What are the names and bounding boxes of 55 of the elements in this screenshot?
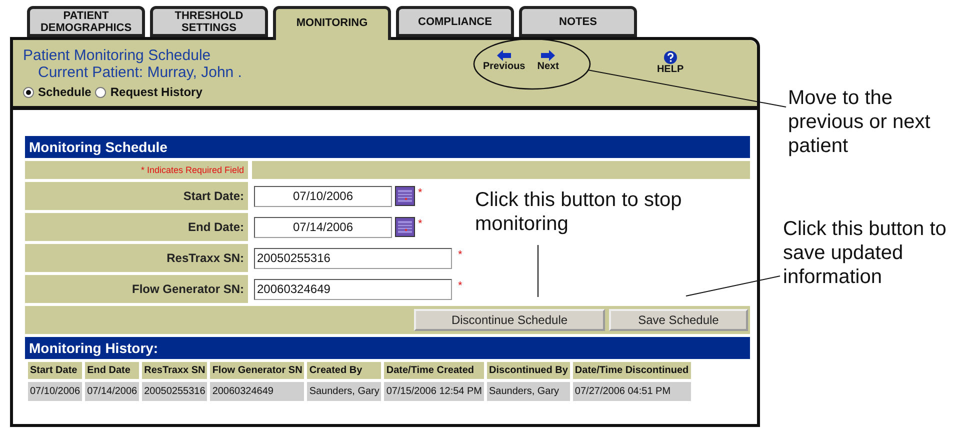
current-patient: Current Patient: Murray, John .	[37, 64, 243, 81]
table-cell: 07/15/2006 12:54 PM	[384, 382, 484, 401]
column-header: Discontinued By	[487, 362, 570, 379]
callout-text: Move to the previous or next patient	[788, 86, 932, 158]
previous-button[interactable]: Previous	[483, 50, 526, 106]
table-cell: 07/27/2006 04:51 PM	[572, 382, 691, 401]
tab[interactable]: MONITORING	[273, 6, 391, 40]
field-label: End Date:	[25, 213, 248, 241]
radio-label: Schedule	[38, 85, 92, 99]
column-header: End Date	[85, 362, 140, 379]
save-button[interactable]: Save Schedule	[609, 309, 748, 331]
calendar-icon[interactable]	[395, 186, 415, 206]
section-header: Monitoring Schedule	[25, 136, 750, 158]
table-cell: 20060324649	[210, 382, 304, 401]
tab[interactable]: PATIENT DEMOGRAPHICS	[27, 6, 145, 37]
table-cell: 07/14/2006	[85, 382, 140, 401]
required-mark: *	[418, 218, 422, 230]
date-field[interactable]: 07/14/2006	[254, 216, 392, 238]
left-arrow-icon	[497, 50, 512, 61]
radio-button[interactable]	[23, 86, 34, 98]
field-label: Start Date:	[25, 182, 248, 210]
radio-option[interactable]: Schedule	[23, 85, 92, 99]
input-field[interactable]: 20050255316	[254, 248, 452, 268]
tab[interactable]: COMPLIANCE	[396, 6, 514, 37]
radio-button[interactable]	[95, 86, 106, 98]
required-mark: *	[418, 187, 422, 199]
column-header: Date/Time Created	[384, 362, 484, 379]
table-cell: 07/10/2006	[28, 382, 82, 401]
column-header: ResTraxx SN	[142, 362, 208, 379]
required-mark: *	[458, 280, 462, 292]
column-header: Flow Generator SN	[210, 362, 304, 379]
tab[interactable]: NOTES	[519, 6, 637, 37]
table-cell: 20050255316	[142, 382, 208, 401]
right-arrow-icon	[541, 50, 556, 61]
date-field[interactable]: 07/10/2006	[254, 186, 392, 206]
discontinue-button[interactable]: Discontinue Schedule	[414, 309, 605, 331]
input-field[interactable]: 20060324649	[254, 278, 452, 300]
tab[interactable]: THRESHOLD SETTINGS	[150, 6, 268, 37]
required-mark: *	[458, 249, 462, 261]
next-button[interactable]: Next	[537, 50, 559, 106]
callout-text: Click this button to stop monitoring	[475, 188, 683, 236]
field-label: ResTraxx SN:	[25, 244, 248, 272]
table-cell: Saunders, Gary	[487, 382, 570, 401]
help-icon	[662, 51, 678, 64]
section-header: Monitoring History:	[25, 337, 750, 359]
column-header: Created By	[307, 362, 382, 379]
calendar-icon[interactable]	[395, 217, 415, 237]
required-note: * Indicates Required Field	[25, 161, 248, 179]
page-title: Patient Monitoring Schedule	[23, 47, 212, 64]
help-button[interactable]: HELP	[656, 51, 684, 75]
callout-text: Click this button to save updated information	[783, 217, 948, 289]
column-header: Start Date	[28, 362, 82, 379]
table-cell: Saunders, Gary	[307, 382, 382, 401]
column-header: Date/Time Discontinued	[572, 362, 691, 379]
field-label: Flow Generator SN:	[25, 275, 248, 303]
